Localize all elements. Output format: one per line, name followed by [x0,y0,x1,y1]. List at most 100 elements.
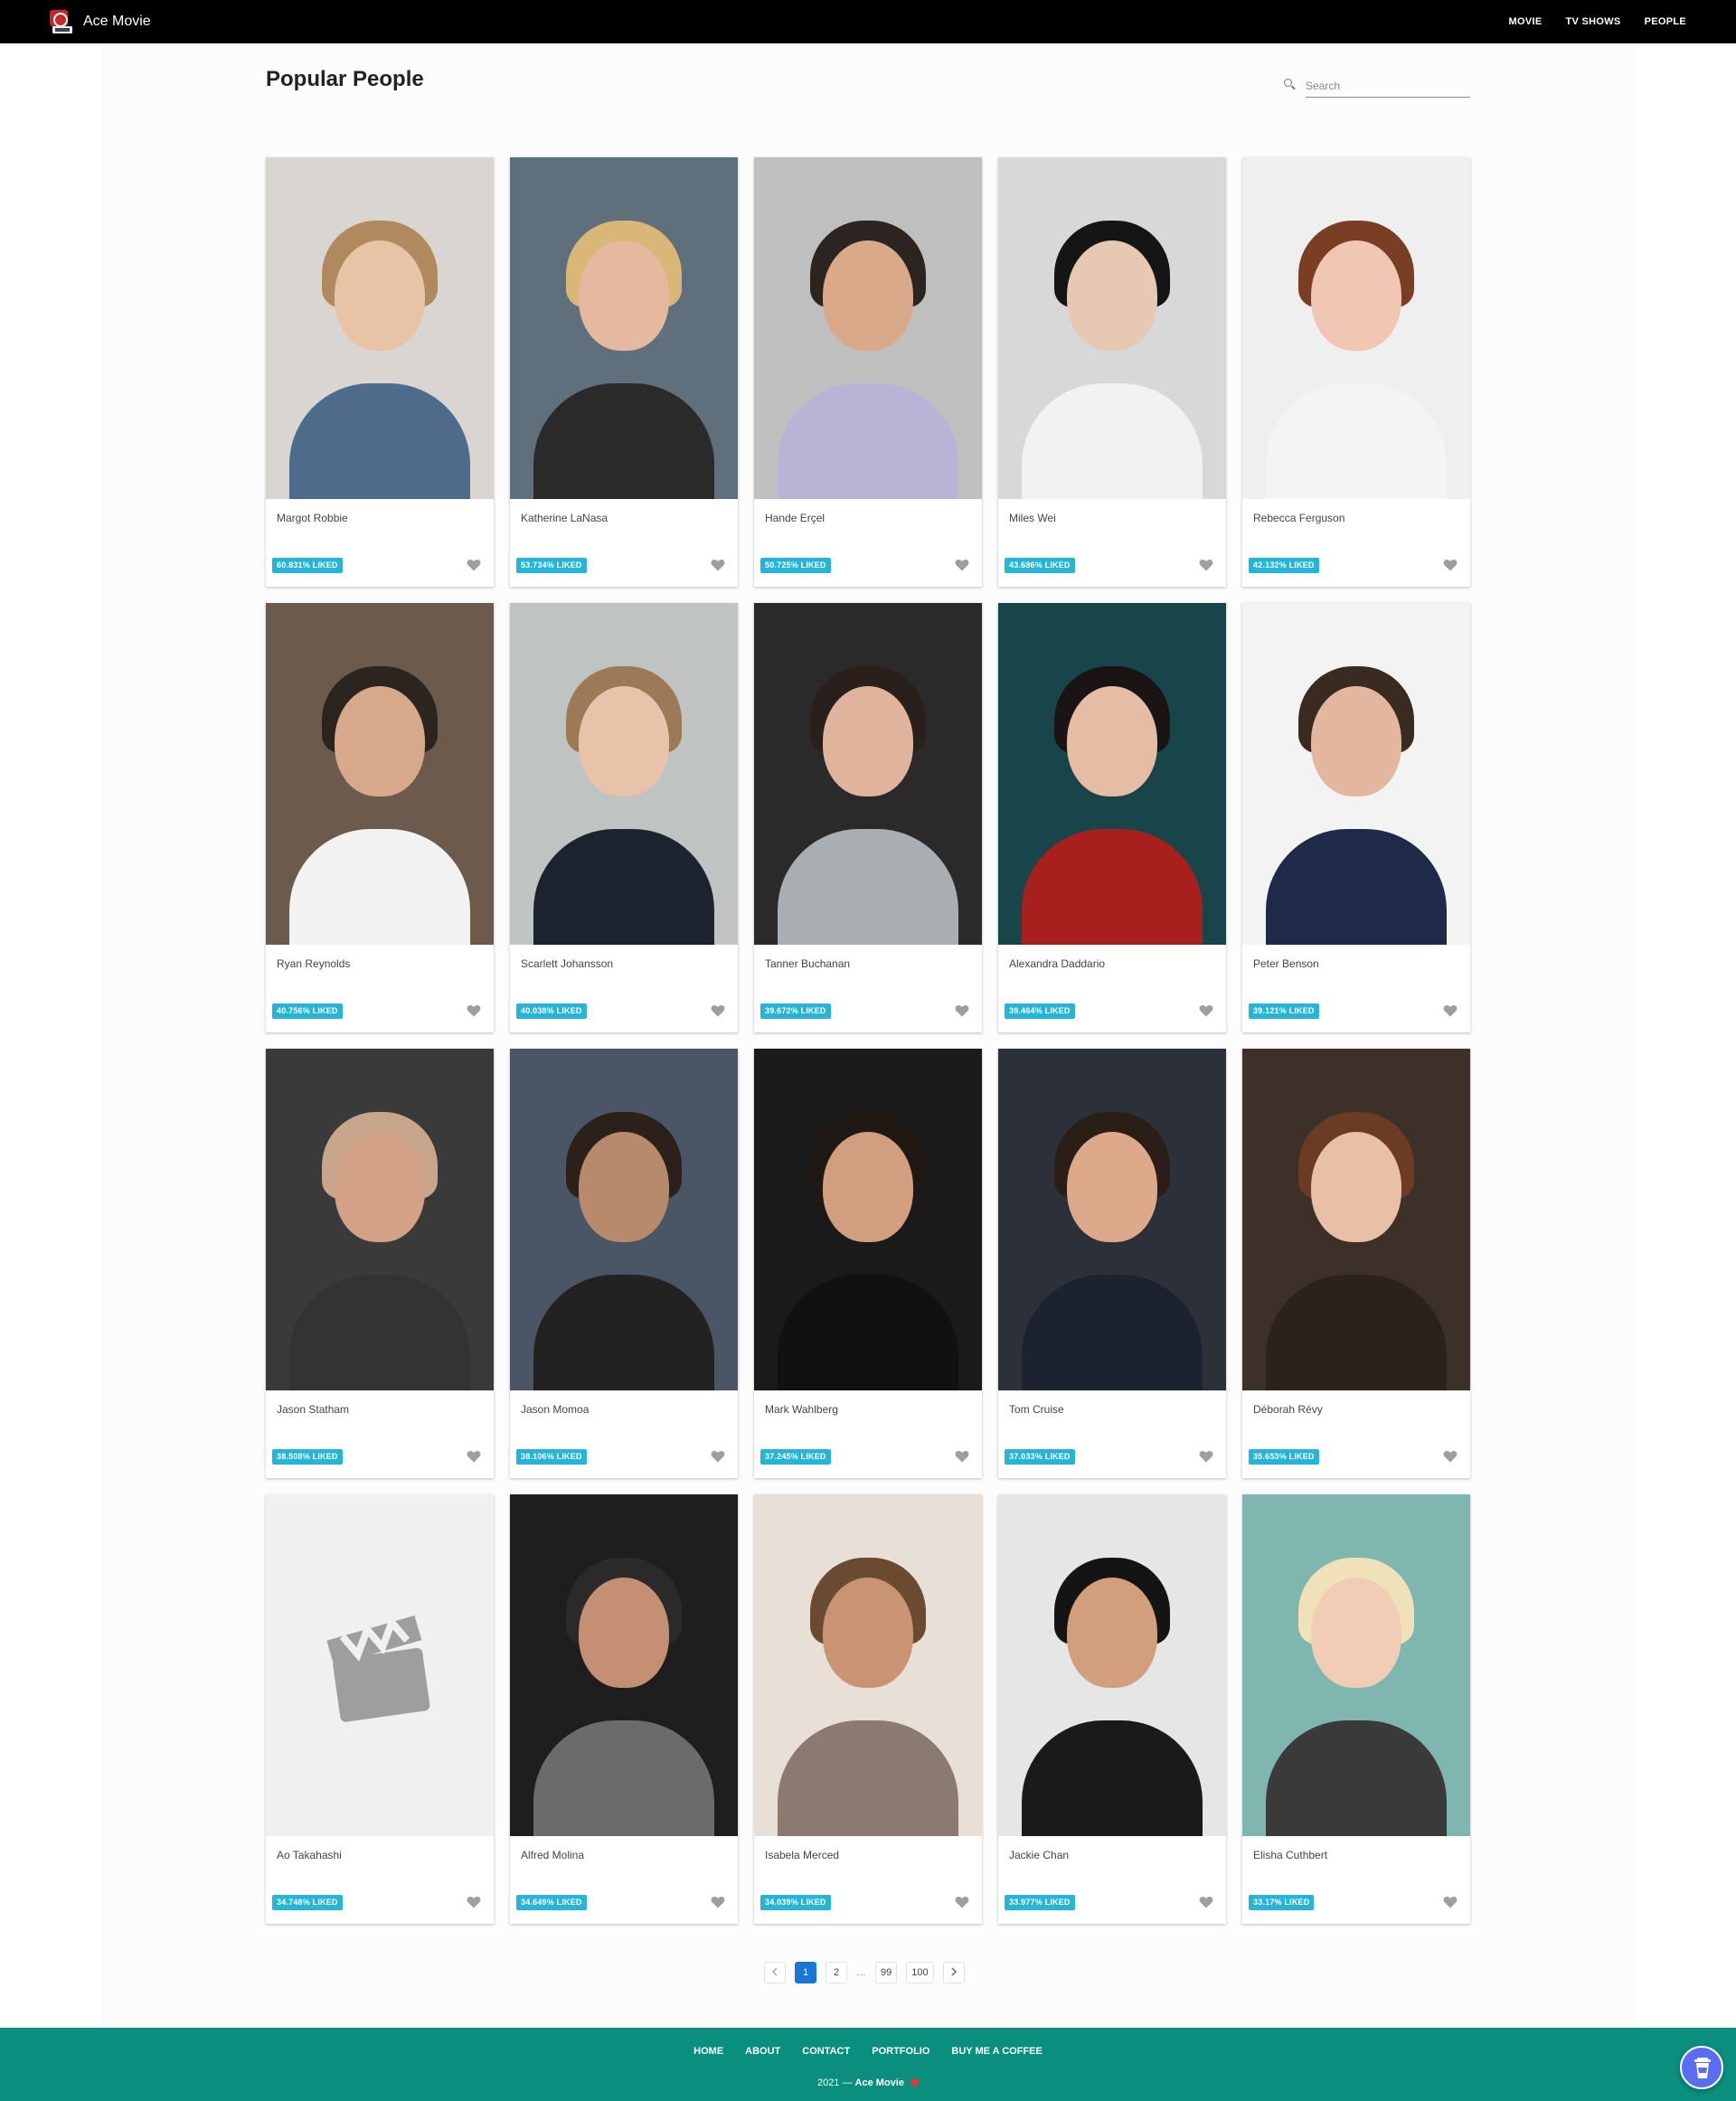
nav-movie[interactable]: MOVIE [1509,16,1543,27]
person-card[interactable]: Margot Robbie 60.831% LIKED [266,157,494,587]
person-name[interactable]: Peter Benson [1253,957,1319,970]
person-photo[interactable] [510,1049,738,1390]
person-photo[interactable] [266,1049,494,1390]
person-card[interactable]: Scarlett Johansson 40.038% LIKED [510,603,738,1032]
chevron-right-icon [951,1967,957,1976]
nav-tv-shows[interactable]: TV SHOWS [1565,16,1620,27]
prev-page-button[interactable] [764,1962,786,1983]
favorite-heart-icon[interactable] [467,1896,481,1908]
favorite-heart-icon[interactable] [955,559,969,571]
person-photo[interactable] [510,603,738,945]
favorite-heart-icon[interactable] [1443,1004,1458,1017]
person-card[interactable]: Mark Wahlberg 37.245% LIKED [754,1049,982,1478]
person-photo[interactable] [998,1049,1226,1390]
liked-badge: 37.245% LIKED [760,1449,831,1465]
footer-link-contact[interactable]: CONTACT [802,2046,850,2057]
person-card[interactable]: Rebecca Ferguson 42.132% LIKED [1242,157,1470,587]
favorite-heart-icon[interactable] [955,1004,969,1017]
favorite-heart-icon[interactable] [1199,1004,1213,1017]
person-name[interactable]: Tom Cruise [1009,1403,1064,1416]
person-photo[interactable] [266,157,494,499]
favorite-heart-icon[interactable] [711,559,725,571]
person-photo[interactable] [266,1494,494,1836]
person-name[interactable]: Alexandra Daddario [1009,957,1105,970]
person-card[interactable]: Ryan Reynolds 40.756% LIKED [266,603,494,1032]
person-card[interactable]: Isabela Merced 34.039% LIKED [754,1494,982,1924]
brand[interactable]: Ace Movie [47,8,151,35]
person-card[interactable]: Hande Erçel 50.725% LIKED [754,157,982,587]
person-name[interactable]: Margot Robbie [277,512,348,524]
person-name[interactable]: Isabela Merced [765,1849,839,1861]
footer-link-about[interactable]: ABOUT [745,2046,780,2057]
person-card[interactable]: Katherine LaNasa 53.734% LIKED [510,157,738,587]
person-name[interactable]: Alfred Molina [521,1849,584,1861]
person-photo[interactable] [1242,603,1470,945]
person-photo[interactable] [754,1049,982,1390]
person-photo[interactable] [998,1494,1226,1836]
person-card[interactable]: Ao Takahashi 34.748% LIKED [266,1494,494,1924]
person-card[interactable]: Miles Wei 43.686% LIKED [998,157,1226,587]
person-photo[interactable] [754,1494,982,1836]
favorite-heart-icon[interactable] [467,1450,481,1463]
favorite-heart-icon[interactable] [1443,1896,1458,1908]
person-name[interactable]: Miles Wei [1009,512,1056,524]
person-name[interactable]: Scarlett Johansson [521,957,613,970]
person-photo[interactable] [998,603,1226,945]
favorite-heart-icon[interactable] [711,1450,725,1463]
person-name[interactable]: Déborah Révy [1253,1403,1323,1416]
person-name[interactable]: Jackie Chan [1009,1849,1069,1861]
favorite-heart-icon[interactable] [711,1896,725,1908]
person-photo[interactable] [998,157,1226,499]
footer-link-buy-me-a-coffee[interactable]: BUY ME A COFFEE [951,2046,1042,2057]
person-card[interactable]: Jason Statham 38.508% LIKED [266,1049,494,1478]
person-name[interactable]: Mark Wahlberg [765,1403,838,1416]
person-card[interactable]: Jackie Chan 33.977% LIKED [998,1494,1226,1924]
page-button-100[interactable]: 100 [906,1962,934,1983]
buy-me-a-coffee-button[interactable] [1680,2046,1723,2089]
person-card[interactable]: Alfred Molina 34.649% LIKED [510,1494,738,1924]
liked-badge: 35.653% LIKED [1249,1449,1319,1465]
person-card[interactable]: Jason Momoa 38.106% LIKED [510,1049,738,1478]
person-name[interactable]: Tanner Buchanan [765,957,850,970]
favorite-heart-icon[interactable] [1199,1896,1213,1908]
person-card[interactable]: Tanner Buchanan 39.672% LIKED [754,603,982,1032]
person-photo[interactable] [510,157,738,499]
favorite-heart-icon[interactable] [1199,1450,1213,1463]
person-name[interactable]: Elisha Cuthbert [1253,1849,1327,1861]
person-card[interactable]: Déborah Révy 35.653% LIKED [1242,1049,1470,1478]
footer-link-portfolio[interactable]: PORTFOLIO [872,2046,929,2057]
favorite-heart-icon[interactable] [1443,1450,1458,1463]
person-photo[interactable] [510,1494,738,1836]
person-card[interactable]: Tom Cruise 37.033% LIKED [998,1049,1226,1478]
person-card[interactable]: Alexandra Daddario 39.464% LIKED [998,603,1226,1032]
favorite-heart-icon[interactable] [1199,559,1213,571]
person-name[interactable]: Ao Takahashi [277,1849,342,1861]
person-name[interactable]: Ryan Reynolds [277,957,350,970]
person-card[interactable]: Peter Benson 39.121% LIKED [1242,603,1470,1032]
footer-link-home[interactable]: HOME [693,2046,723,2057]
person-name[interactable]: Katherine LaNasa [521,512,608,524]
person-photo[interactable] [266,603,494,945]
person-name[interactable]: Hande Erçel [765,512,825,524]
person-name[interactable]: Jason Statham [277,1403,349,1416]
favorite-heart-icon[interactable] [467,1004,481,1017]
favorite-heart-icon[interactable] [467,559,481,571]
page-button-1[interactable]: 1 [795,1962,816,1983]
favorite-heart-icon[interactable] [711,1004,725,1017]
person-photo[interactable] [1242,1049,1470,1390]
next-page-button[interactable] [942,1962,965,1983]
page-button-99[interactable]: 99 [875,1962,898,1983]
favorite-heart-icon[interactable] [955,1896,969,1908]
favorite-heart-icon[interactable] [955,1450,969,1463]
person-photo[interactable] [1242,1494,1470,1836]
person-photo[interactable] [1242,157,1470,499]
person-name[interactable]: Rebecca Ferguson [1253,512,1344,524]
person-card[interactable]: Elisha Cuthbert 33.17% LIKED [1242,1494,1470,1924]
page-button-2[interactable]: 2 [826,1962,847,1983]
person-name[interactable]: Jason Momoa [521,1403,589,1416]
favorite-heart-icon[interactable] [1443,559,1458,571]
person-photo[interactable] [754,157,982,499]
search-input[interactable] [1306,76,1470,98]
person-photo[interactable] [754,603,982,945]
nav-people[interactable]: PEOPLE [1645,16,1686,27]
